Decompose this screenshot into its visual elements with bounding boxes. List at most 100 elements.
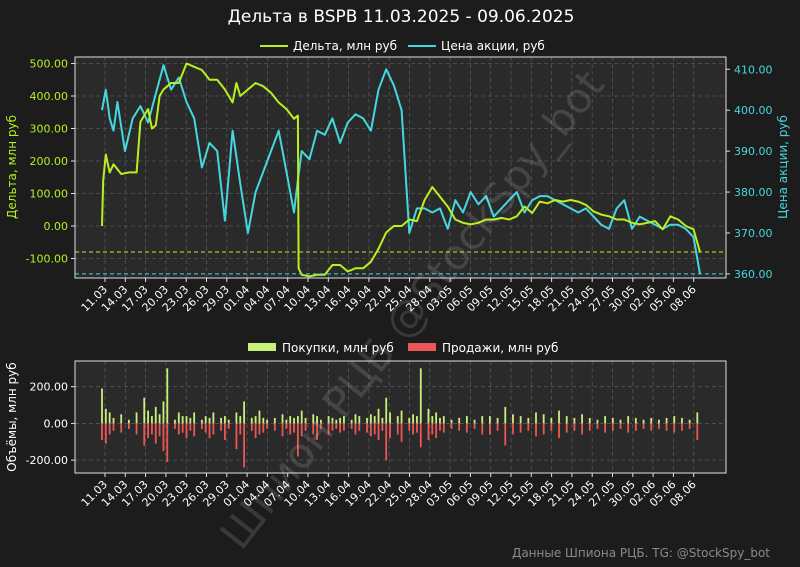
buy-bar — [204, 416, 207, 424]
buy-bar — [151, 416, 153, 424]
sell-bar — [400, 423, 403, 442]
legend-label-sell: Продажи, млн руб — [442, 341, 558, 355]
buy-bar — [154, 406, 157, 424]
sell-bar — [220, 423, 222, 431]
sell-bar — [550, 423, 553, 431]
buy-bar — [535, 412, 537, 424]
sell-bar — [193, 423, 196, 437]
sell-bar — [354, 423, 357, 435]
buy-bar — [427, 408, 430, 424]
buy-bar — [389, 412, 391, 424]
buy-bar — [627, 416, 630, 424]
chart-title: Дельта в BSPB 11.03.2025 - 09.06.2025 — [228, 7, 575, 27]
delta-tick-label: 400.00 — [30, 90, 69, 103]
price-axis-label: Цена акции, руб — [776, 115, 790, 219]
sell-bar — [243, 423, 246, 468]
price-tick-label: 390.00 — [734, 145, 773, 158]
buy-bar — [285, 419, 288, 424]
buy-bar — [101, 388, 103, 424]
buy-bar — [650, 417, 653, 424]
buy-bar — [419, 368, 422, 424]
volume-tick-label: 200.00 — [30, 381, 69, 394]
buy-bar — [235, 412, 238, 424]
buy-bar — [127, 419, 130, 424]
sell-bar — [143, 423, 146, 446]
sell-bar — [135, 423, 138, 435]
sell-bar — [527, 423, 530, 431]
sell-bar — [512, 423, 514, 435]
sell-bar — [158, 423, 161, 437]
sell-bar — [385, 423, 388, 461]
sell-bar — [604, 423, 607, 433]
buy-bar — [412, 414, 414, 424]
sell-bar — [596, 423, 599, 429]
sell-bar — [181, 423, 184, 433]
sell-bar — [262, 423, 265, 433]
sell-bar — [208, 423, 211, 439]
sell-bar — [377, 423, 380, 440]
buy-bar — [104, 408, 107, 424]
price-tick-label: 380.00 — [734, 186, 773, 199]
buy-bar — [696, 412, 699, 424]
sell-bar — [200, 423, 203, 429]
buy-bar — [266, 419, 269, 424]
sell-bar — [688, 423, 691, 429]
sell-bar — [627, 423, 630, 433]
sell-bar — [154, 423, 157, 444]
buy-bar — [550, 417, 553, 424]
buy-bar — [489, 416, 491, 424]
buy-bar — [385, 397, 388, 424]
sell-bar — [250, 423, 253, 431]
delta-tick-label: 0.00 — [44, 220, 69, 233]
sell-bar — [588, 423, 591, 431]
sell-bar — [412, 423, 414, 435]
price-tick-label: 370.00 — [734, 227, 773, 240]
sell-bar — [162, 423, 165, 451]
sell-bar — [419, 423, 422, 448]
legend-swatch-buy — [248, 343, 276, 351]
sell-bar — [519, 423, 522, 433]
buy-bar — [166, 368, 169, 424]
buy-bar — [688, 419, 691, 424]
buy-bar — [177, 412, 180, 424]
buy-bar — [262, 417, 265, 424]
buy-bar — [565, 416, 568, 424]
sell-bar — [266, 423, 269, 429]
sell-bar — [439, 423, 441, 431]
delta-price-panel: 500.00 400.00 300.00 200.00 100.00 0.00 -100.0… — [5, 39, 790, 314]
sell-bar — [396, 423, 399, 435]
buy-bar — [642, 419, 645, 424]
buy-bar — [158, 414, 161, 424]
buy-bar — [611, 417, 614, 424]
buy-bar — [439, 417, 441, 424]
buy-bar — [450, 419, 453, 424]
sell-bar — [273, 423, 276, 431]
sell-bar — [227, 423, 230, 429]
sell-bar — [112, 423, 115, 431]
buy-bar — [573, 417, 576, 424]
buy-bar — [250, 417, 253, 424]
sell-bar — [665, 423, 668, 431]
sell-bar — [611, 423, 614, 431]
price-tick-label: 400.00 — [734, 104, 773, 117]
buy-bar — [400, 410, 403, 424]
delta-tick-label: 100.00 — [30, 188, 69, 201]
sell-bar — [504, 423, 507, 446]
buy-bar — [658, 419, 660, 424]
delta-tick-label: 500.00 — [30, 58, 69, 71]
buy-bar — [604, 416, 607, 424]
buy-bar — [181, 416, 184, 424]
delta-tick-label: 200.00 — [30, 155, 69, 168]
legend-label-price: Цена акции, руб — [441, 39, 545, 53]
sell-bar — [212, 423, 215, 435]
buy-bar — [504, 406, 507, 424]
buy-bar — [442, 416, 445, 424]
buy-bar — [212, 412, 215, 424]
buy-bar — [665, 417, 668, 424]
buy-bar — [366, 417, 368, 424]
buy-bar — [200, 419, 203, 424]
buy-bar — [189, 417, 192, 424]
sell-bar — [185, 423, 188, 439]
sell-bar — [120, 423, 123, 433]
figure: Дельта в BSPB 11.03.2025 - 09.06.2025 50… — [0, 0, 800, 567]
